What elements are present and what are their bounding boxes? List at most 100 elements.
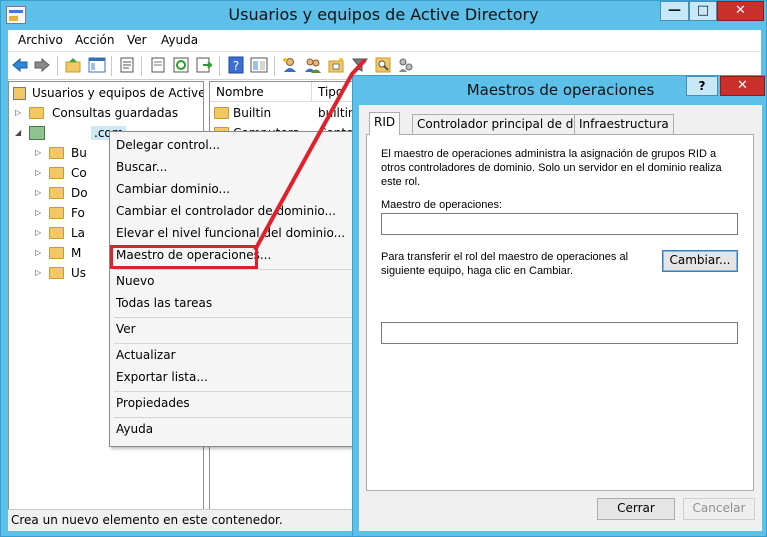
folder-icon — [49, 147, 64, 159]
window-title: Usuarios y equipos de Active Directory — [228, 5, 539, 24]
toolbar-separator — [111, 56, 112, 76]
menu-separator — [114, 391, 352, 392]
tree-item-label: Fo — [71, 206, 85, 220]
list-item-name: Builtin — [233, 106, 272, 120]
cancel-button[interactable]: Cancelar — [683, 498, 755, 520]
dialog-close-button[interactable]: ✕ — [720, 76, 765, 96]
folder-icon — [29, 107, 44, 119]
expand-icon[interactable]: ▷ — [15, 108, 23, 117]
expand-icon[interactable]: ▷ — [35, 268, 43, 277]
ctx-find[interactable]: Buscar... — [110, 157, 355, 179]
ctx-raise-functional-level[interactable]: Elevar el nivel funcional del dominio... — [110, 223, 355, 245]
refresh-icon[interactable] — [172, 56, 190, 74]
find-icon[interactable] — [374, 56, 392, 74]
menu-separator — [114, 269, 352, 270]
folder-icon — [214, 107, 229, 119]
operations-masters-dialog: Maestros de operaciones ? ✕ RID Controla… — [352, 75, 767, 537]
target-computer-field[interactable] — [381, 322, 738, 344]
tree-item-label: Co — [71, 166, 87, 180]
folder-icon — [49, 207, 64, 219]
tree-item-saved-queries[interactable]: ▷ Consultas guardadas — [9, 104, 203, 124]
operations-master-label: Maestro de operaciones: — [381, 199, 503, 211]
folder-icon — [49, 267, 64, 279]
ctx-change-domain-controller[interactable]: Cambiar el controlador de dominio... — [110, 201, 355, 223]
tree-root[interactable]: Usuarios y equipos de Active Dir — [9, 84, 204, 104]
menu-bar: Archivo Acción Ver Ayuda — [8, 30, 761, 52]
expand-icon[interactable]: ▷ — [35, 168, 43, 177]
export-list-icon[interactable] — [149, 56, 167, 74]
ctx-new[interactable]: Nuevo — [110, 271, 355, 293]
menu-separator — [114, 417, 352, 418]
new-ou-icon[interactable] — [327, 56, 345, 74]
change-button[interactable]: Cambiar... — [662, 250, 738, 272]
tree-item-label: M — [71, 246, 82, 260]
menu-separator — [114, 343, 352, 344]
ctx-view[interactable]: Ver — [110, 319, 355, 341]
expand-icon[interactable]: ▷ — [35, 248, 43, 257]
help-icon[interactable]: ? — [227, 56, 245, 74]
minimize-button[interactable]: — — [660, 1, 689, 21]
ctx-change-domain[interactable]: Cambiar dominio... — [110, 179, 355, 201]
close-dialog-button[interactable]: Cerrar — [597, 498, 675, 520]
operations-master-field[interactable] — [381, 213, 738, 235]
tree-item-label: La — [71, 226, 86, 240]
tree-item-label: Bu — [71, 146, 87, 160]
up-folder-icon[interactable] — [64, 56, 82, 74]
toolbar-separator — [57, 56, 58, 76]
tab-rid[interactable]: RID — [369, 112, 401, 135]
tree-item-label: Consultas guardadas — [52, 106, 179, 120]
menu-ver[interactable]: Ver — [127, 33, 147, 47]
tab-infrastructure[interactable]: Infraestructura — [574, 114, 674, 134]
expand-icon[interactable]: ▷ — [35, 148, 43, 157]
context-menu: Delegar control... Buscar... Cambiar dom… — [109, 131, 356, 447]
filter-icon[interactable] — [351, 56, 369, 74]
show-tree-icon[interactable] — [88, 56, 106, 74]
export-icon[interactable] — [195, 56, 213, 74]
forward-arrow-icon[interactable] — [33, 56, 51, 74]
dialog-help-button[interactable]: ? — [686, 76, 718, 96]
ctx-refresh[interactable]: Actualizar — [110, 345, 355, 367]
new-user-icon[interactable] — [281, 56, 299, 74]
expand-icon[interactable]: ▷ — [35, 188, 43, 197]
properties-icon[interactable] — [118, 56, 136, 74]
folder-icon — [49, 167, 64, 179]
tree-item-label: Us — [71, 266, 87, 280]
menu-separator — [114, 317, 352, 318]
menu-archivo[interactable]: Archivo — [18, 33, 63, 47]
expand-icon[interactable]: ▷ — [35, 208, 43, 217]
collapse-icon[interactable]: ◢ — [15, 128, 23, 137]
toolbar-separator — [141, 56, 142, 76]
close-button[interactable]: ✕ — [717, 1, 764, 21]
folder-icon — [49, 247, 64, 259]
tree-item-label: Do — [71, 186, 88, 200]
operations-masters-highlight — [110, 245, 258, 269]
ou-folder-icon — [49, 187, 64, 199]
new-group-icon[interactable] — [304, 56, 322, 74]
toolbar-separator — [274, 56, 275, 76]
svg-text:?: ? — [233, 59, 239, 73]
ou-folder-icon — [49, 227, 64, 239]
expand-icon[interactable]: ▷ — [35, 228, 43, 237]
ctx-properties[interactable]: Propiedades — [110, 393, 355, 415]
details-icon[interactable] — [250, 56, 268, 74]
ctx-all-tasks[interactable]: Todas las tareas — [110, 293, 355, 315]
rid-description: El maestro de operaciones administra la … — [381, 148, 722, 188]
transfer-instructions: Para transferir el rol del maestro de op… — [381, 251, 629, 277]
domain-icon — [29, 126, 45, 140]
menu-accion[interactable]: Acción — [75, 33, 114, 47]
delegate-icon[interactable] — [397, 56, 415, 74]
dialog-client-area: RID Controlador principal de dominio Inf… — [359, 105, 762, 531]
ctx-help[interactable]: Ayuda — [110, 419, 355, 441]
toolbar-separator — [219, 56, 220, 76]
title-bar[interactable]: Usuarios y equipos de Active Directory —… — [1, 1, 766, 30]
tab-panel-rid: El maestro de operaciones administra la … — [366, 134, 754, 491]
list-item[interactable]: Builtin builtinD — [210, 104, 370, 124]
ctx-export-list[interactable]: Exportar lista... — [110, 367, 355, 389]
maximize-button[interactable]: □ — [689, 1, 717, 21]
active-directory-icon — [13, 87, 26, 100]
column-header-name[interactable]: Nombre — [210, 82, 312, 102]
ctx-delegate-control[interactable]: Delegar control... — [110, 135, 355, 157]
tree-root-label: Usuarios y equipos de Active Dir — [32, 86, 204, 100]
back-arrow-icon[interactable] — [11, 56, 29, 74]
menu-ayuda[interactable]: Ayuda — [161, 33, 198, 47]
